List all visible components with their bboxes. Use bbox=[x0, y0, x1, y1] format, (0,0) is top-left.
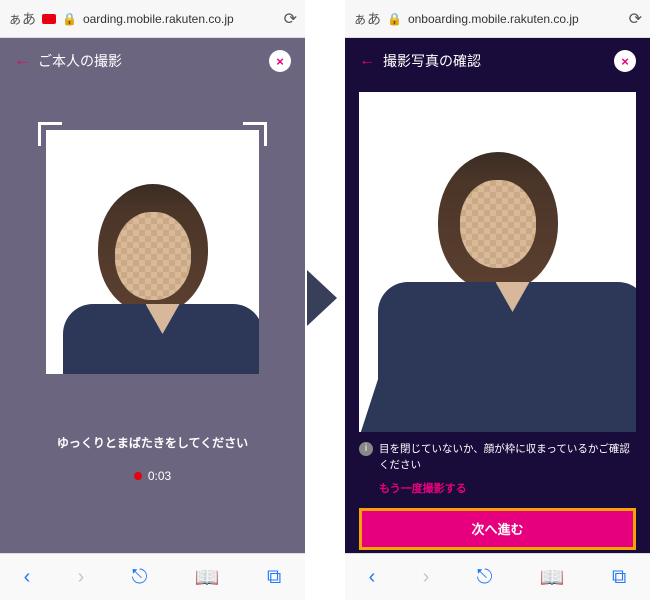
flow-arrow-icon bbox=[307, 270, 337, 326]
camera-viewport bbox=[38, 122, 267, 382]
safari-toolbar: ‹ › ⎋ 📖 ⧉ bbox=[0, 553, 305, 600]
photo-preview bbox=[46, 130, 259, 374]
text-size-control[interactable]: ぁあ bbox=[353, 9, 381, 29]
timer-value: 0:03 bbox=[148, 469, 171, 483]
confirmation-area: i 目を閉じていないか、顔が枠に収まっているかご確認ください もう一度撮影する bbox=[359, 442, 636, 496]
lock-icon: 🔒 bbox=[62, 12, 77, 26]
browser-bar: ぁあ 🔒 onboarding.mobile.rakuten.co.jp ⟳ bbox=[345, 0, 650, 38]
forward-icon: › bbox=[78, 566, 85, 589]
page-title: 撮影写真の確認 bbox=[383, 51, 481, 71]
refresh-icon[interactable]: ⟳ bbox=[629, 9, 642, 29]
phone-capture: ぁあ 🔒 oarding.mobile.rakuten.co.jp ⟳ ← ご本… bbox=[0, 0, 305, 600]
url-text: onboarding.mobile.rakuten.co.jp bbox=[408, 12, 623, 26]
recording-icon bbox=[42, 14, 56, 24]
frame-corner-icon bbox=[243, 122, 267, 146]
review-screen: ← 撮影写真の確認 × i 目を閉じていないか、顔が枠に収まっているかご確認くだ… bbox=[345, 38, 650, 553]
browser-bar: ぁあ 🔒 oarding.mobile.rakuten.co.jp ⟳ bbox=[0, 0, 305, 38]
captured-photo bbox=[359, 92, 636, 432]
close-button[interactable]: × bbox=[614, 50, 636, 72]
capture-screen: ← ご本人の撮影 × ゆっくりとまばたきをしてください 0:03 bbox=[0, 38, 305, 553]
info-icon: i bbox=[359, 442, 373, 456]
record-dot-icon bbox=[134, 472, 142, 480]
header: ← 撮影写真の確認 × bbox=[345, 38, 650, 84]
back-icon[interactable]: ‹ bbox=[24, 566, 31, 589]
back-arrow-icon[interactable]: ← bbox=[359, 52, 375, 70]
confirm-message: 目を閉じていないか、顔が枠に収まっているかご確認ください bbox=[379, 442, 636, 474]
page-title: ご本人の撮影 bbox=[38, 51, 122, 71]
share-icon[interactable]: ⎋ bbox=[477, 566, 493, 589]
lock-icon: 🔒 bbox=[387, 12, 402, 26]
forward-icon: › bbox=[423, 566, 430, 589]
refresh-icon[interactable]: ⟳ bbox=[284, 9, 297, 29]
back-icon[interactable]: ‹ bbox=[369, 566, 376, 589]
safari-toolbar: ‹ › ⎋ 📖 ⧉ bbox=[345, 553, 650, 600]
tabs-icon[interactable]: ⧉ bbox=[612, 566, 626, 589]
bookmarks-icon[interactable]: 📖 bbox=[195, 565, 220, 590]
retake-link[interactable]: もう一度撮影する bbox=[379, 480, 636, 496]
next-button[interactable]: 次へ進む bbox=[359, 508, 636, 550]
instruction-text: ゆっくりとまばたきをしてください bbox=[0, 434, 305, 451]
back-arrow-icon[interactable]: ← bbox=[14, 52, 30, 70]
url-text: oarding.mobile.rakuten.co.jp bbox=[83, 12, 278, 26]
close-button[interactable]: × bbox=[269, 50, 291, 72]
share-icon[interactable]: ⎋ bbox=[132, 566, 148, 589]
frame-corner-icon bbox=[38, 122, 62, 146]
header: ← ご本人の撮影 × bbox=[0, 38, 305, 84]
recording-timer: 0:03 bbox=[0, 469, 305, 483]
text-size-control[interactable]: ぁあ bbox=[8, 9, 36, 29]
bookmarks-icon[interactable]: 📖 bbox=[540, 565, 565, 590]
phone-review: ぁあ 🔒 onboarding.mobile.rakuten.co.jp ⟳ ←… bbox=[345, 0, 650, 600]
tabs-icon[interactable]: ⧉ bbox=[267, 566, 281, 589]
